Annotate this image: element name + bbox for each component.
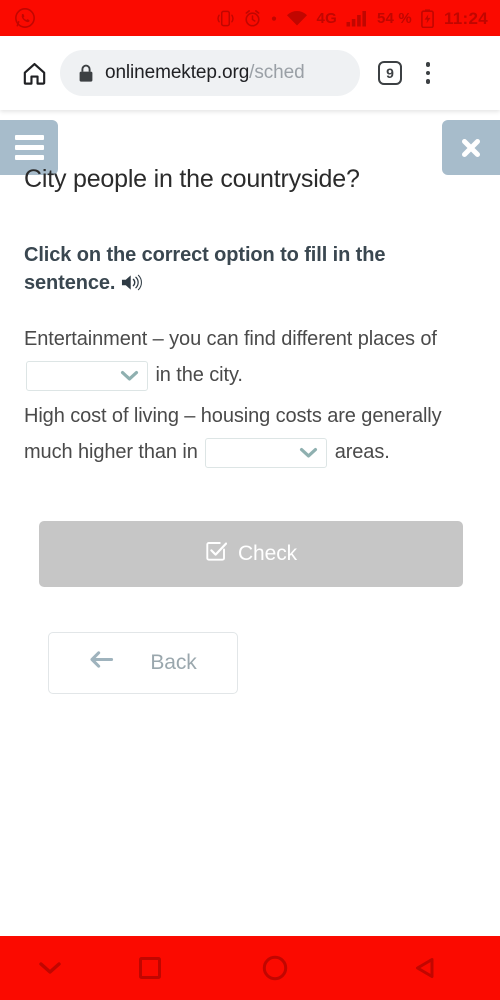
tab-count-label: 9 (378, 61, 402, 85)
hide-keyboard-icon[interactable] (0, 936, 100, 1000)
tab-switcher-button[interactable]: 9 (370, 53, 410, 93)
exercise-content: Click on the correct option to fill in t… (0, 242, 500, 694)
dot-icon (271, 15, 277, 21)
chevron-down-icon (299, 446, 318, 459)
hamburger-bar (14, 135, 44, 140)
status-bar-clock: 11:24 (443, 8, 488, 28)
answer-select-1[interactable] (26, 360, 148, 391)
question-2-text-after: areas. (334, 440, 390, 463)
battery-icon (421, 8, 434, 28)
overflow-menu-icon[interactable] (410, 53, 446, 93)
phone-screen: 4G 54 % 11:24 onlinemektep.org/sched 9 C… (0, 0, 500, 1000)
page-title: City people in the countryside? (24, 165, 360, 193)
menu-dot (425, 70, 431, 76)
back-button[interactable]: Back (48, 631, 238, 694)
battery-percent-label: 54 % (376, 9, 412, 27)
signal-bars-icon (346, 10, 368, 27)
checkbox-check-icon (205, 540, 228, 568)
menu-dot (425, 62, 431, 67)
hamburger-bar (14, 145, 44, 150)
hamburger-bar (14, 155, 44, 160)
url-text: onlinemektep.org/sched (105, 62, 305, 84)
answer-select-2[interactable] (205, 437, 328, 468)
status-bar: 4G 54 % 11:24 (0, 0, 500, 36)
lock-icon (78, 64, 94, 83)
check-button[interactable]: Check (39, 520, 463, 587)
android-nav-bar (0, 936, 500, 1000)
network-type-label: 4G (316, 9, 337, 27)
home-icon[interactable] (14, 53, 54, 93)
question-1-text-before: Entertainment – you can find different p… (24, 328, 437, 351)
speaker-icon[interactable] (121, 273, 143, 301)
check-button-label: Check (237, 541, 298, 565)
status-bar-indicators: 4G 54 % 11:24 (216, 8, 488, 28)
question-sentence-1: Entertainment – you can find different p… (24, 322, 476, 393)
chevron-down-icon (120, 369, 139, 382)
back-triangle-icon[interactable] (350, 936, 500, 1000)
web-page-content: City people in the countryside? Click on… (0, 110, 500, 936)
home-circle-icon[interactable] (200, 936, 350, 1000)
question-1-text-after: in the city. (155, 363, 243, 386)
menu-dot (425, 79, 431, 84)
browser-toolbar: onlinemektep.org/sched 9 (0, 36, 500, 110)
status-bar-notifications (14, 7, 36, 29)
vibrate-icon (216, 9, 234, 28)
wifi-icon (286, 10, 308, 27)
back-button-label: Back (150, 650, 197, 674)
instruction-text: Click on the correct option to fill in t… (24, 244, 386, 294)
url-domain: onlinemektep.org (105, 62, 250, 83)
whatsapp-icon (14, 7, 36, 29)
url-path: /sched (249, 62, 305, 83)
exercise-instruction: Click on the correct option to fill in t… (24, 242, 476, 300)
arrow-left-icon (89, 650, 114, 675)
recents-square-icon[interactable] (100, 936, 200, 1000)
alarm-icon (243, 9, 262, 28)
address-bar[interactable]: onlinemektep.org/sched (60, 50, 360, 96)
question-sentence-2: High cost of living – housing costs are … (24, 399, 476, 470)
